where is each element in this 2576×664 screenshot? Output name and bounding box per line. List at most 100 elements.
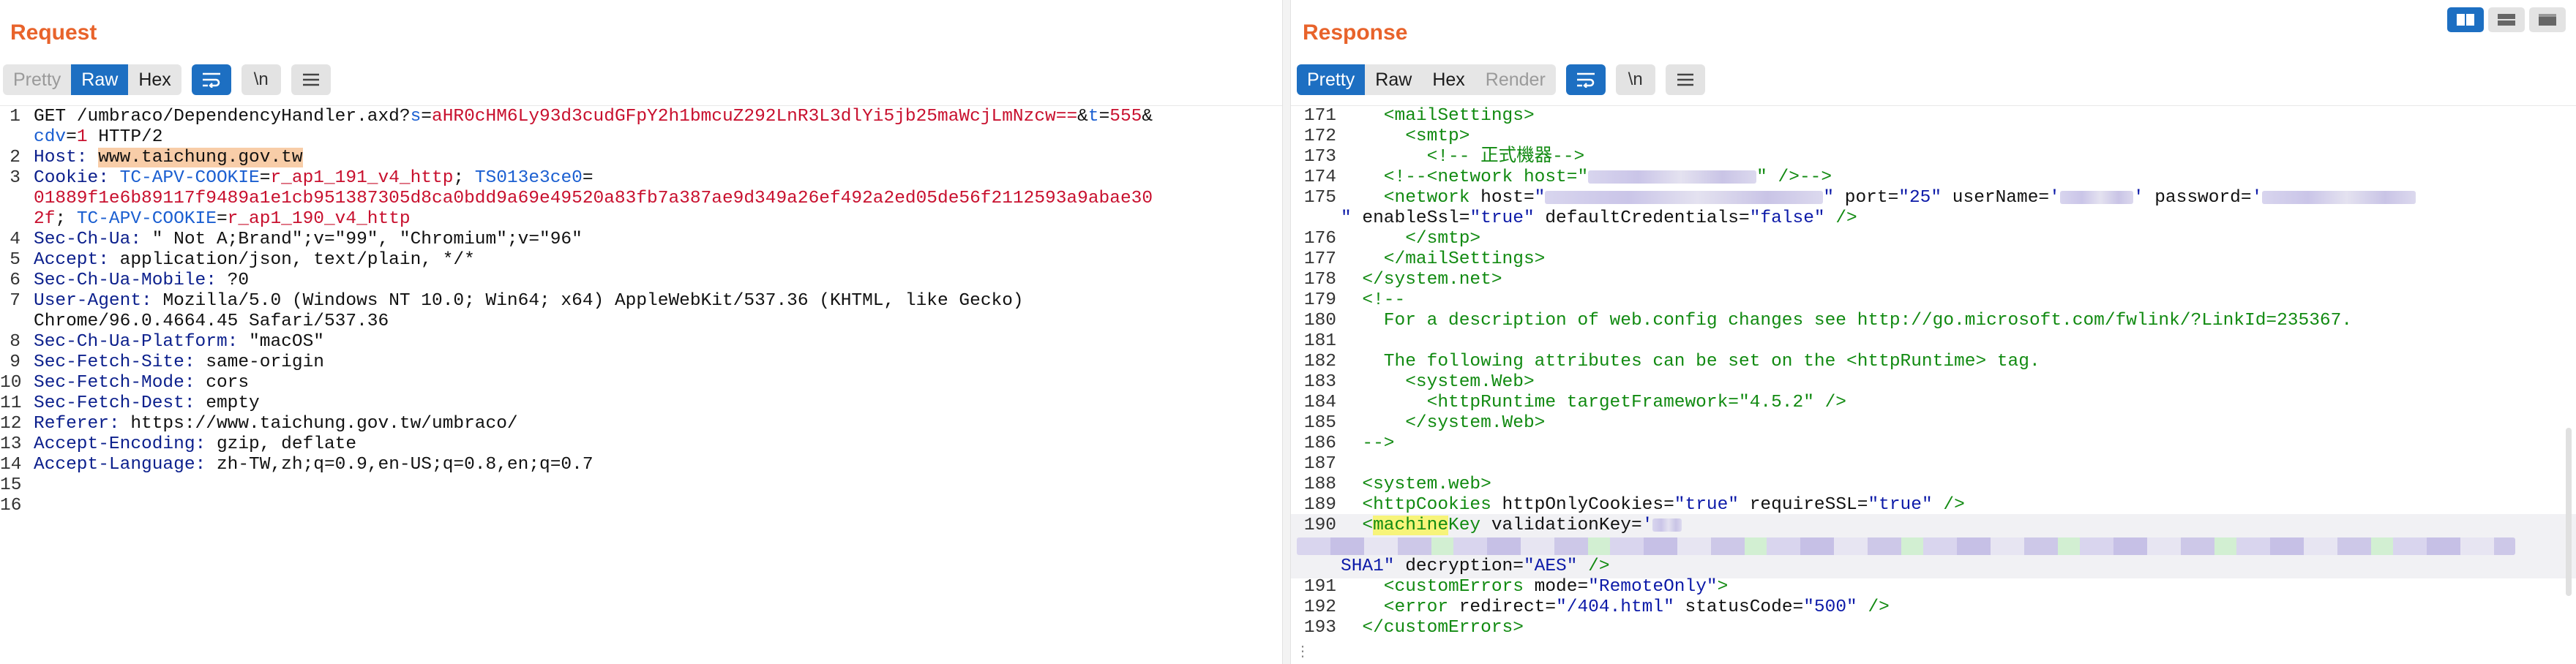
line-number: 184 [1303,393,1336,412]
code-token: </mailSettings> [1341,249,1546,269]
request-editor[interactable]: 1 GET /umbraco/DependencyHandler.axd?s=aH… [0,105,1282,664]
code-token: </smtp> [1341,229,1481,249]
request-pane: Request Pretty Raw Hex \n 1 GET /umbraco/… [0,0,1282,664]
code-token: machine [1373,516,1449,535]
code-token: Sec-Ch-Ua-Mobile: [34,271,228,290]
code-token: The following attributes can be set on t… [1341,352,2040,371]
line-number: 192 [1303,597,1336,617]
code-token: port= [1834,188,1899,208]
code-token: ; [55,209,77,229]
code-token: Key [1448,516,1491,535]
code-token: aHR0cHM6Ly93d3cudGFpY2h1bmcuZ292LnR3L3dl… [432,107,1078,127]
code-line: <!-- [1341,290,1405,311]
request-tab-hex[interactable]: Hex [128,64,181,95]
response-tab-hex[interactable]: Hex [1422,64,1475,95]
code-line: Sec-Ch-Ua: " Not A;Brand";v="99", "Chrom… [34,230,583,250]
code-token: "RemoteOnly" [1588,577,1718,597]
code-line: Sec-Fetch-Mode: cors [34,373,249,393]
code-line: <machineKey validationKey=' [1341,516,1682,536]
code-token: = [582,168,594,188]
resize-grip-icon[interactable]: ⋮ [1295,644,1310,659]
response-menu-button[interactable] [1665,64,1705,95]
code-token: cors [206,373,250,393]
code-token: <!-- 正式機器--> [1341,147,1585,167]
code-token: </system.net> [1341,270,1502,290]
code-line: <customErrors mode="RemoteOnly"> [1341,577,1729,597]
line-number: 16 [0,496,22,516]
pane-splitter[interactable] [1282,0,1291,664]
code-token: decryption= [1394,557,1524,576]
response-scrollbar[interactable] [2566,428,2572,596]
code-token: /> [1824,208,1857,228]
code-line: The following attributes can be set on t… [1341,352,2040,372]
response-tab-pretty[interactable]: Pretty [1297,64,1366,95]
request-wrap-button[interactable] [191,64,231,95]
code-token: = [66,127,77,147]
code-token: <system.web> [1341,475,1491,494]
code-token: <error [1341,597,1459,617]
code-token: Sec-Fetch-Site: [34,352,206,372]
code-line: Accept-Encoding: gzip, deflate [34,434,356,455]
code-token: userName= [1942,188,2050,208]
code-token: User-Agent: [34,291,163,311]
code-token: 555 [1109,107,1142,127]
code-token: /> [1577,557,1610,576]
line-number: 172 [1303,127,1336,146]
line-number: 186 [1303,434,1336,453]
code-line: </smtp> [1341,229,1480,249]
code-token: Cookie: [34,168,120,188]
request-tab-raw[interactable]: Raw [71,64,129,95]
code-line: Cookie: TC-APV-COOKIE=r_ap1_191_v4_http;… [34,168,594,189]
code-token: mode= [1534,577,1589,597]
response-newline-button[interactable]: \n [1615,64,1655,95]
response-tab-render[interactable]: Render [1475,64,1556,95]
code-token: gzip, deflate [216,434,357,454]
response-editor[interactable]: 171 <mailSettings> 172 <smtp> 173 <!-- 正式機… [1291,105,2576,664]
code-token: <smtp> [1341,127,1470,146]
line-number: 6 [10,271,20,290]
request-menu-button[interactable] [291,64,331,95]
code-token: ' [2133,188,2144,208]
code-token: </customErrors> [1341,618,1524,638]
response-wrap-button[interactable] [1565,64,1606,95]
code-token: SHA1" [1341,557,1395,576]
code-token: ; [453,168,475,188]
request-newline-button[interactable]: \n [241,64,281,95]
line-number: 189 [1303,495,1336,515]
line-number: 181 [1303,331,1336,351]
line-number: 3 [10,168,20,188]
code-token: <httpCookies [1341,495,1502,515]
code-line: For a description of web.config changes … [1341,311,2352,331]
code-token: "/404.html" [1556,597,1674,617]
code-token: r_ap1_191_v4_http [270,168,454,188]
code-line: User-Agent: Mozilla/5.0 (Windows NT 10.0… [34,291,1024,312]
code-token: 01889f1e6b89117f9489a1e1cb951387305d8ca0… [34,189,1153,208]
code-token: < [1341,516,1374,535]
line-number: 183 [1303,372,1336,392]
response-tab-raw[interactable]: Raw [1365,64,1422,95]
code-line: Accept-Language: zh-TW,zh;q=0.9,en-US;q=… [34,455,594,475]
code-token: s [410,107,422,127]
code-token: > [1717,577,1729,597]
line-number: 12 [0,414,22,434]
code-token: Accept: [34,250,120,270]
code-token: defaultCredentials= [1534,208,1750,228]
line-number: 187 [1303,454,1336,474]
code-token: r_ap1_190_v4_http [227,209,411,229]
line-number: 177 [1303,249,1336,269]
code-token: "true" [1674,495,1740,515]
response-view-tabs: Pretty Raw Hex Render [1297,64,1556,95]
code-token: <httpRuntime targetFramework="4.5.2" /> [1341,393,1847,412]
code-line: <!--<network host=" " />--> [1341,167,1832,188]
line-number: 191 [1303,577,1336,597]
code-line: <system.web> [1341,475,1491,495]
code-token: Sec-Fetch-Mode: [34,373,206,393]
request-tab-pretty[interactable]: Pretty [3,64,71,95]
code-token: Referer: [34,414,131,434]
line-number: 8 [10,332,20,352]
code-token: ' [2049,188,2060,208]
code-token: GET /umbraco/DependencyHandler.axd? [34,107,411,127]
code-token: host= [1480,188,1535,208]
code-token: ' [1641,516,1653,535]
code-token: TC-APV-COOKIE [76,209,217,229]
